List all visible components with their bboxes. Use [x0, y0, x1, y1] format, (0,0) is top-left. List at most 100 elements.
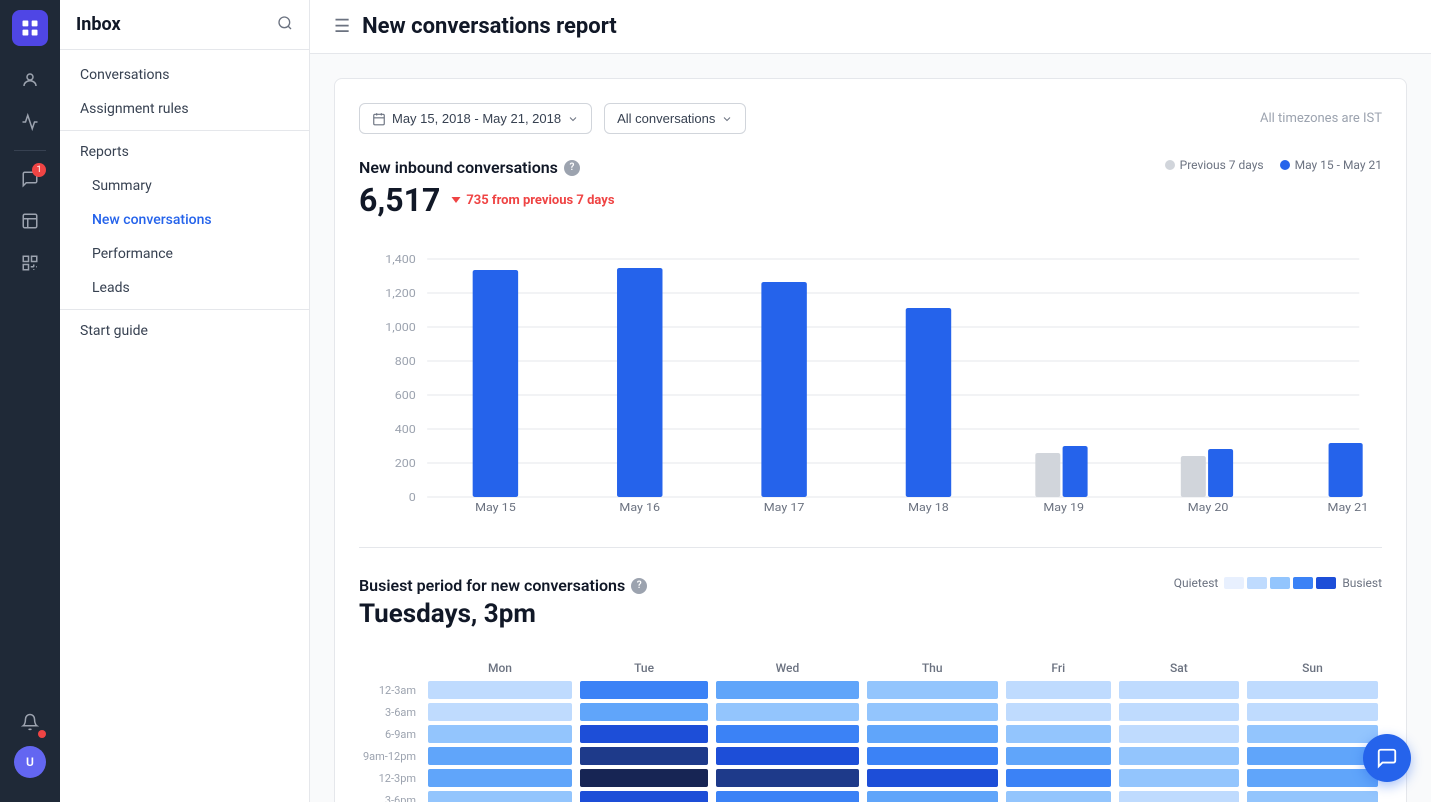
section-divider	[359, 547, 1382, 548]
chart-total: 6,517 735 from previous 7 days	[359, 181, 615, 219]
nav-item-new-conversations[interactable]: New conversations	[60, 203, 309, 237]
bar-may20-curr	[1208, 449, 1233, 497]
sidebar-icon-apps[interactable]	[12, 245, 48, 281]
app-logo[interactable]	[12, 10, 48, 46]
heatmap-cell	[1002, 767, 1115, 789]
heatmap-cell	[863, 723, 1002, 745]
svg-text:May 20: May 20	[1188, 501, 1229, 514]
heatmap-cell	[712, 767, 862, 789]
conversation-type-filter[interactable]: All conversations	[604, 103, 746, 134]
date-range-filter[interactable]: May 15, 2018 - May 21, 2018	[359, 103, 592, 134]
heat-swatch-4	[1293, 577, 1313, 589]
main-content: ☰ New conversations report May 15, 2018 …	[310, 0, 1431, 802]
heatmap-row: 3-6pm	[359, 789, 1382, 802]
heatmap-cell	[863, 745, 1002, 767]
sidebar-icon-notifications[interactable]	[12, 704, 48, 740]
nav-item-assignment-rules[interactable]: Assignment rules	[60, 92, 309, 126]
svg-text:May 19: May 19	[1043, 501, 1084, 514]
sidebar-icon-reports[interactable]	[12, 104, 48, 140]
chart-section: New inbound conversations ? 6,517 735 fr…	[359, 158, 1382, 519]
main-body: May 15, 2018 - May 21, 2018 All conversa…	[310, 54, 1431, 802]
heatmap-header-mon: Mon	[424, 657, 576, 679]
svg-text:800: 800	[395, 355, 416, 368]
heat-swatch-5	[1316, 577, 1336, 589]
conversation-type-label: All conversations	[617, 111, 715, 126]
bar-may19-curr	[1063, 446, 1088, 497]
heatmap-cell	[712, 723, 862, 745]
heatmap-header-thu: Thu	[863, 657, 1002, 679]
heatmap-row-label: 3-6am	[359, 701, 424, 723]
heatmap-table: Mon Tue Wed Thu Fri Sat Sun 12-3am3-6am6…	[359, 657, 1382, 802]
heatmap-row-label: 12-3am	[359, 679, 424, 701]
svg-text:1,000: 1,000	[385, 321, 416, 334]
heatmap-cell	[424, 701, 576, 723]
nav-item-start-guide[interactable]: Start guide	[60, 314, 309, 348]
heatmap-body: 12-3am3-6am6-9am9am-12pm12-3pm3-6pm6-9pm…	[359, 679, 1382, 802]
nav-item-conversations[interactable]: Conversations	[60, 58, 309, 92]
heatmap-cell	[863, 789, 1002, 802]
heatmap-cell	[1243, 723, 1382, 745]
heatmap-cell	[576, 723, 712, 745]
bar-may18	[906, 308, 951, 497]
nav-item-summary[interactable]: Summary	[60, 169, 309, 203]
svg-text:200: 200	[395, 457, 416, 470]
sidebar-icon-inbox[interactable]: 1	[12, 161, 48, 197]
svg-text:May 18: May 18	[908, 501, 949, 514]
heatmap-cell	[576, 701, 712, 723]
heatmap-cell	[712, 679, 862, 701]
heatmap-row: 3-6am	[359, 701, 1382, 723]
sidebar-icon-contacts[interactable]	[12, 62, 48, 98]
heatmap-row: 12-3am	[359, 679, 1382, 701]
heatmap-cell	[863, 767, 1002, 789]
heatmap-cell	[1243, 679, 1382, 701]
heatmap-header-row: Mon Tue Wed Thu Fri Sat Sun	[359, 657, 1382, 679]
heatmap-row: 12-3pm	[359, 767, 1382, 789]
svg-text:May 15: May 15	[475, 501, 516, 514]
nav-sidebar-header: Inbox	[60, 0, 309, 50]
user-avatar[interactable]: U	[14, 746, 46, 778]
menu-icon[interactable]: ☰	[334, 16, 350, 37]
heatmap-cell	[863, 701, 1002, 723]
sidebar-icon-messages[interactable]	[12, 203, 48, 239]
heatmap-cell	[424, 767, 576, 789]
svg-text:May 21: May 21	[1328, 501, 1369, 514]
bar-chart: 1,400 1,200 1,000 800 60	[359, 239, 1382, 519]
icon-sidebar: 1 U	[0, 0, 60, 802]
chart-info-icon[interactable]: ?	[564, 160, 580, 176]
nav-item-leads[interactable]: Leads	[60, 271, 309, 305]
heatmap-cell	[1243, 701, 1382, 723]
heat-legend	[1224, 577, 1336, 589]
heatmap-cell	[712, 789, 862, 802]
heatmap-cell	[424, 789, 576, 802]
nav-item-performance[interactable]: Performance	[60, 237, 309, 271]
heatmap-cell	[576, 789, 712, 802]
svg-text:1,200: 1,200	[385, 287, 416, 300]
svg-text:May 17: May 17	[764, 501, 805, 514]
delta-badge: 735 from previous 7 days	[450, 193, 614, 208]
date-range-label: May 15, 2018 - May 21, 2018	[392, 111, 561, 126]
inbox-badge: 1	[32, 163, 46, 177]
heatmap-header-tue: Tue	[576, 657, 712, 679]
heat-swatch-1	[1224, 577, 1244, 589]
search-button[interactable]	[277, 15, 293, 35]
chat-fab[interactable]	[1363, 734, 1411, 782]
nav-title: Inbox	[76, 14, 121, 35]
filters-row: May 15, 2018 - May 21, 2018 All conversa…	[359, 103, 1382, 134]
heatmap-row-label: 3-6pm	[359, 789, 424, 802]
heatmap-row-label: 12-3pm	[359, 767, 424, 789]
bar-may21	[1329, 443, 1363, 497]
nav-section-main: Conversations Assignment rules Reports S…	[60, 50, 309, 356]
heatmap-row: 9am-12pm	[359, 745, 1382, 767]
heatmap-header-sun: Sun	[1243, 657, 1382, 679]
bar-may19-prev	[1035, 453, 1060, 497]
nav-item-reports[interactable]: Reports	[60, 135, 309, 169]
heatmap-header-sat: Sat	[1115, 657, 1243, 679]
heatmap-row: 6-9am	[359, 723, 1382, 745]
heatmap-cell	[1243, 745, 1382, 767]
busiest-info-icon[interactable]: ?	[631, 578, 647, 594]
heatmap-cell	[576, 679, 712, 701]
heatmap-cell	[863, 679, 1002, 701]
heatmap-cell	[712, 745, 862, 767]
nav-sidebar: Inbox Conversations Assignment rules Rep…	[60, 0, 310, 802]
heatmap-cell	[1115, 723, 1243, 745]
